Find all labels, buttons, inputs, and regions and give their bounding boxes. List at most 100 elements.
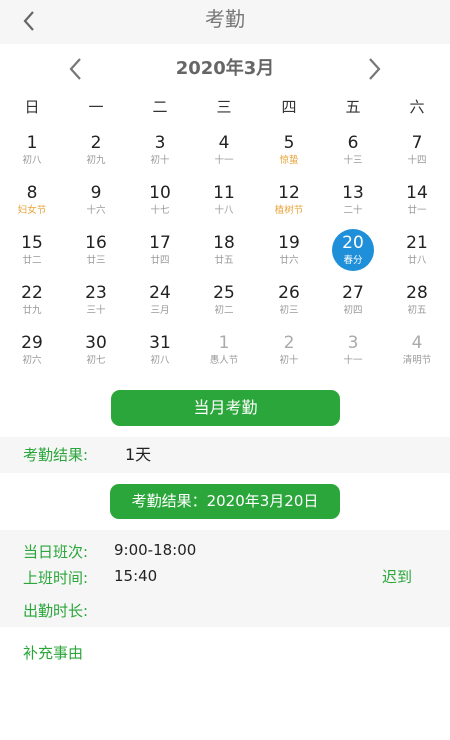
supplement-reason-link[interactable]: 补充事由 bbox=[23, 642, 83, 663]
day-number: 13 bbox=[342, 183, 364, 203]
calendar-day[interactable]: 24 三月 bbox=[132, 278, 188, 324]
calendar-day[interactable]: 8 妇女节 bbox=[4, 178, 60, 224]
result-value: 1天 bbox=[125, 445, 152, 464]
day-number: 2 bbox=[90, 133, 102, 153]
calendar-day[interactable]: 7 十四 bbox=[389, 128, 445, 174]
calendar-day[interactable]: 1 初八 bbox=[4, 128, 60, 174]
lunar-date-label: 初三 bbox=[279, 305, 299, 316]
weekday-label: 二 bbox=[152, 98, 168, 116]
lunar-date-label: 三十 bbox=[86, 305, 106, 316]
day-number: 5 bbox=[283, 133, 295, 153]
calendar-day[interactable]: 10 十七 bbox=[132, 178, 188, 224]
day-number: 3 bbox=[154, 133, 166, 153]
calendar-day[interactable]: 21 廿八 bbox=[389, 228, 445, 274]
lunar-date-label: 廿六 bbox=[279, 255, 299, 266]
day-number: 7 bbox=[411, 133, 423, 153]
attendance-detail: 当日班次: 9:00-18:00 上班时间: 15:40 迟到 出勤时长: bbox=[0, 530, 450, 627]
calendar-day[interactable]: 22 廿九 bbox=[4, 278, 60, 324]
lunar-date-label: 惊蛰 bbox=[279, 155, 299, 166]
lunar-date-label: 初二 bbox=[214, 305, 234, 316]
calendar-day[interactable]: 5 惊蛰 bbox=[261, 128, 317, 174]
calendar-day[interactable]: 30 初七 bbox=[68, 328, 124, 374]
calendar-day[interactable]: 4 十一 bbox=[196, 128, 252, 174]
calendar-day[interactable]: 4 清明节 bbox=[389, 328, 445, 374]
calendar-day[interactable]: 2 初九 bbox=[68, 128, 124, 174]
lunar-date-label: 十一 bbox=[343, 355, 363, 366]
lunar-date-label: 妇女节 bbox=[17, 205, 47, 216]
day-number: 18 bbox=[213, 233, 235, 253]
day-number: 14 bbox=[406, 183, 428, 203]
calendar-day[interactable]: 26 初三 bbox=[261, 278, 317, 324]
calendar-day[interactable]: 31 初八 bbox=[132, 328, 188, 374]
day-number: 19 bbox=[278, 233, 300, 253]
lunar-date-label: 十一 bbox=[214, 155, 234, 166]
day-number: 29 bbox=[21, 333, 43, 353]
calendar-day[interactable]: 15 廿二 bbox=[4, 228, 60, 274]
chevron-right-icon bbox=[369, 58, 381, 80]
monthly-attendance-button[interactable]: 当月考勤 bbox=[111, 390, 340, 426]
day-number: 27 bbox=[342, 283, 364, 303]
weekday-label: 日 bbox=[24, 98, 40, 116]
day-number: 6 bbox=[347, 133, 359, 153]
date-result-button[interactable]: 考勤结果：2020年3月20日 bbox=[110, 484, 340, 519]
calendar-day[interactable]: 2 初十 bbox=[261, 328, 317, 374]
calendar-day[interactable]: 19 廿六 bbox=[261, 228, 317, 274]
lunar-date-label: 初八 bbox=[22, 155, 42, 166]
lunar-date-label: 春分 bbox=[343, 255, 363, 266]
day-number: 20 bbox=[342, 233, 364, 253]
lunar-date-label: 二十 bbox=[343, 205, 363, 216]
lunar-date-label: 十七 bbox=[150, 205, 170, 216]
day-number: 16 bbox=[85, 233, 107, 253]
day-number: 25 bbox=[213, 283, 235, 303]
lunar-date-label: 初八 bbox=[150, 355, 170, 366]
weekday-label: 三 bbox=[216, 98, 232, 116]
lunar-date-label: 清明节 bbox=[402, 355, 432, 366]
calendar-day[interactable]: 23 三十 bbox=[68, 278, 124, 324]
day-number: 10 bbox=[149, 183, 171, 203]
late-status: 迟到 bbox=[382, 568, 413, 586]
calendar-day[interactable]: 18 廿五 bbox=[196, 228, 252, 274]
month-navigator: 2020年3月 bbox=[0, 44, 450, 96]
result-label: 考勤结果: bbox=[23, 446, 89, 464]
calendar-day[interactable]: 14 廿一 bbox=[389, 178, 445, 224]
lunar-date-label: 廿一 bbox=[407, 205, 427, 216]
calendar-day[interactable]: 27 初四 bbox=[325, 278, 381, 324]
day-number: 31 bbox=[149, 333, 171, 353]
calendar-day-selected[interactable]: 20 春分 bbox=[325, 228, 381, 274]
lunar-date-label: 初六 bbox=[22, 355, 42, 366]
calendar-day[interactable]: 3 十一 bbox=[325, 328, 381, 374]
shift-value: 9:00-18:00 bbox=[114, 541, 197, 559]
day-number: 28 bbox=[406, 283, 428, 303]
day-number: 9 bbox=[90, 183, 102, 203]
next-month-button[interactable] bbox=[362, 56, 388, 82]
lunar-date-label: 十八 bbox=[214, 205, 234, 216]
day-number: 22 bbox=[21, 283, 43, 303]
app-header: 考勤 bbox=[0, 0, 450, 44]
day-number: 30 bbox=[85, 333, 107, 353]
calendar-day[interactable]: 25 初二 bbox=[196, 278, 252, 324]
day-number: 26 bbox=[278, 283, 300, 303]
calendar-day[interactable]: 17 廿四 bbox=[132, 228, 188, 274]
day-number: 23 bbox=[85, 283, 107, 303]
day-number: 1 bbox=[26, 133, 38, 153]
calendar-day[interactable]: 12 植树节 bbox=[261, 178, 317, 224]
calendar-day[interactable]: 3 初十 bbox=[132, 128, 188, 174]
calendar-day[interactable]: 1 愚人节 bbox=[196, 328, 252, 374]
lunar-date-label: 十四 bbox=[407, 155, 427, 166]
calendar-day[interactable]: 28 初五 bbox=[389, 278, 445, 324]
day-number: 21 bbox=[406, 233, 428, 253]
calendar-day[interactable]: 13 二十 bbox=[325, 178, 381, 224]
calendar-day[interactable]: 29 初六 bbox=[4, 328, 60, 374]
calendar-day[interactable]: 11 十八 bbox=[196, 178, 252, 224]
lunar-date-label: 三月 bbox=[150, 305, 170, 316]
lunar-date-label: 初五 bbox=[407, 305, 427, 316]
calendar-day[interactable]: 9 十六 bbox=[68, 178, 124, 224]
lunar-date-label: 廿二 bbox=[22, 255, 42, 266]
weekday-header: 日一二三四五六 bbox=[0, 96, 450, 118]
attendance-result-row: 考勤结果: 1天 bbox=[0, 437, 450, 473]
day-number: 4 bbox=[411, 333, 423, 353]
calendar-day[interactable]: 6 十三 bbox=[325, 128, 381, 174]
lunar-date-label: 十三 bbox=[343, 155, 363, 166]
calendar-day[interactable]: 16 廿三 bbox=[68, 228, 124, 274]
day-number: 2 bbox=[283, 333, 295, 353]
